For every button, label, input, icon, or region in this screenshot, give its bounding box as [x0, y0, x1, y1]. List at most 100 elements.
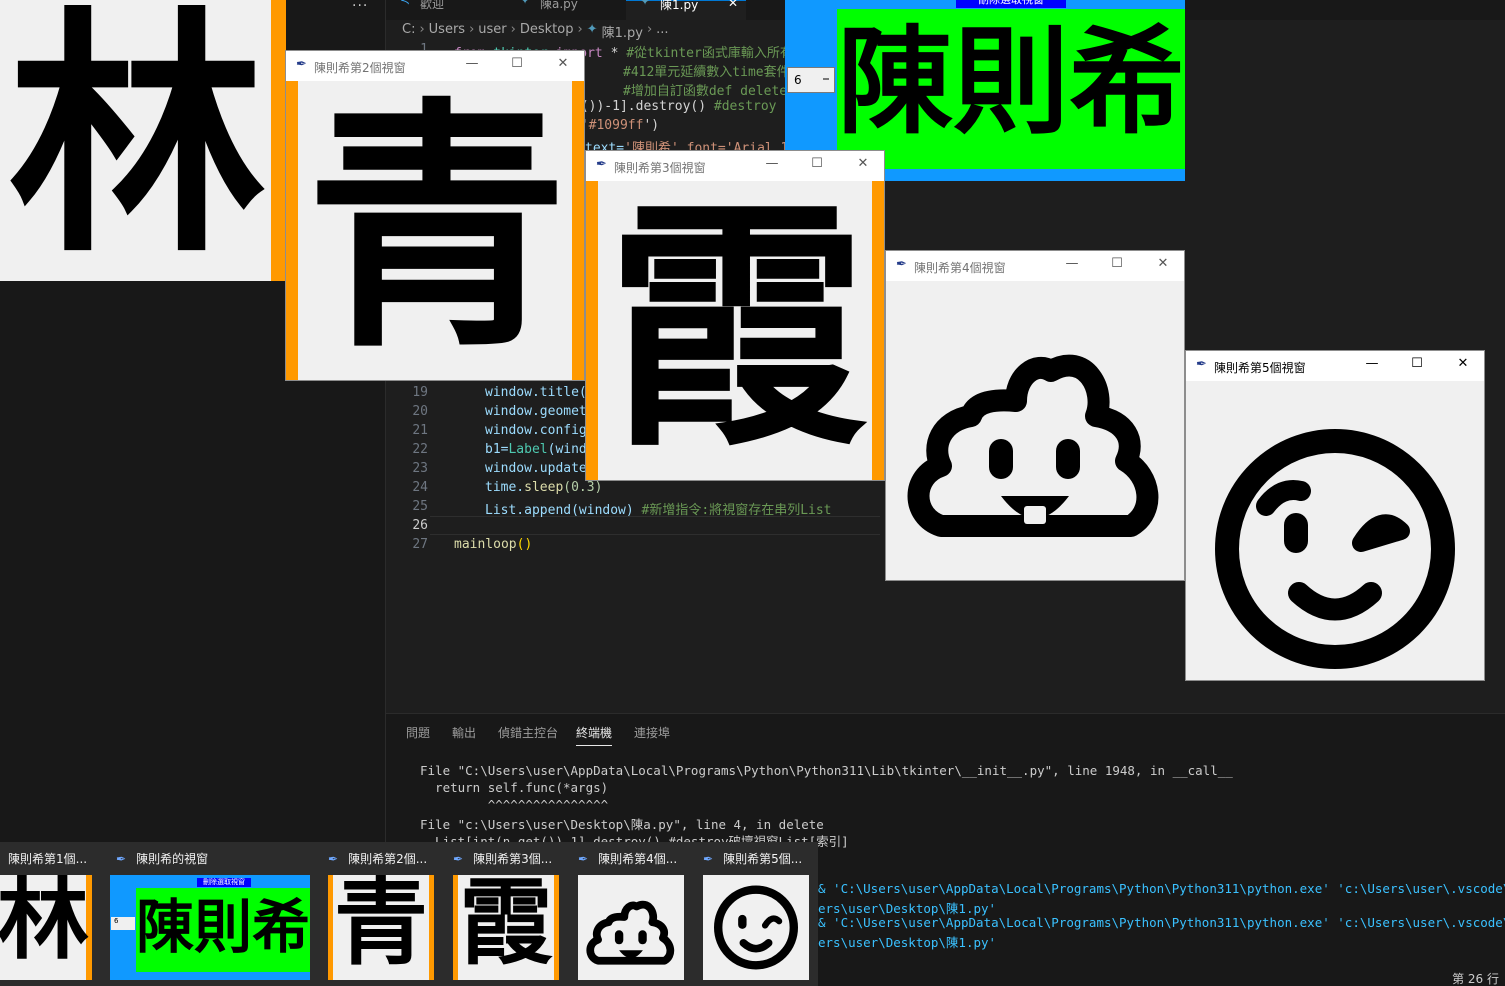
tab-chen-1[interactable]: ✦ 陳1.py ✕: [626, 0, 746, 20]
maximize-button[interactable]: ☐: [507, 56, 527, 74]
code-token: t())-1].destroy(): [573, 99, 714, 114]
tab-label: 歡迎: [420, 0, 445, 11]
preview-window-1[interactable]: 陳則希第1個... 林: [0, 842, 108, 986]
breadcrumb-item[interactable]: user: [478, 22, 506, 42]
preview-main-window[interactable]: ✒ 陳則希的視窗 刪除選取視窗 6 陳則希: [108, 842, 320, 986]
code-line-19[interactable]: window.title(: [485, 385, 587, 400]
window-title: 陳則希第2個視窗: [314, 61, 406, 75]
tab-chen-a[interactable]: ✦ 陳a.py: [506, 0, 626, 20]
preview-thumbnail: 林: [0, 875, 92, 980]
tab-debug-console[interactable]: 偵錯主控台: [498, 724, 558, 741]
more-actions-icon[interactable]: ···: [352, 0, 368, 14]
preview-title: ✒ 陳則希的視窗: [116, 850, 208, 867]
preview-window-2[interactable]: ✒ 陳則希第2個... 青: [320, 842, 445, 986]
maximize-button[interactable]: ☐: [1107, 256, 1127, 274]
maximize-button[interactable]: ☐: [1407, 356, 1427, 374]
preview-spinbox: 6: [111, 917, 135, 930]
code-token: '): [643, 118, 660, 133]
tk-feather-icon: ✒: [578, 852, 589, 866]
tk-window-2[interactable]: ✒ 陳則希第2個視窗 — ☐ ✕ 青: [285, 50, 585, 381]
tk-window-5[interactable]: ✒ 陳則希第5個視窗 — ☐ ✕: [1185, 350, 1485, 681]
window-title: 陳則希第5個視窗: [1214, 361, 1306, 375]
breadcrumb-item[interactable]: 陳1.py: [602, 22, 643, 42]
breadcrumb-item[interactable]: Desktop: [520, 22, 574, 42]
window-number-spinbox[interactable]: 6 ⎯: [787, 67, 835, 93]
name-label: 陳則希: [837, 9, 1185, 169]
tk-window-1[interactable]: 林: [0, 0, 286, 281]
tab-label: 陳1.py: [660, 0, 699, 12]
close-button[interactable]: ✕: [1453, 356, 1473, 374]
big-character: 霞: [459, 875, 554, 978]
title-bar[interactable]: ✒ 陳則希第5個視窗 — ☐ ✕: [1186, 351, 1484, 381]
tab-ports[interactable]: 連接埠: [634, 724, 670, 741]
minimize-button[interactable]: —: [1062, 256, 1082, 274]
code-comment[interactable]: #412單元延續數入time套件: [623, 61, 790, 80]
preview-thumbnail: [703, 875, 809, 980]
tk-window-3[interactable]: ✒ 陳則希第3個視窗 — ☐ ✕ 霞: [585, 150, 885, 481]
tk-window-4[interactable]: ✒ 陳則希第4個視窗 — ☐ ✕: [885, 250, 1185, 581]
code-line-21[interactable]: window.config: [485, 423, 587, 438]
close-button[interactable]: ✕: [853, 156, 873, 174]
code-comment[interactable]: #增加自訂函數def delete: [623, 80, 787, 99]
chevron-right-icon: ›: [419, 22, 425, 37]
preview-window-3[interactable]: ✒ 陳則希第3個... 霞: [445, 842, 570, 986]
breadcrumb-item[interactable]: ...: [656, 22, 668, 42]
orange-border: [271, 0, 286, 281]
close-button[interactable]: ✕: [553, 56, 573, 74]
big-character: 林: [0, 875, 90, 972]
name-text: 陳則希: [837, 15, 1185, 150]
tab-problems[interactable]: 問題: [406, 724, 430, 741]
title-bar[interactable]: ✒ 陳則希第4個視窗 — ☐ ✕: [886, 251, 1184, 281]
chevron-right-icon: ›: [510, 22, 516, 37]
window-title: 陳則希第4個視窗: [914, 261, 1006, 275]
code-line-22[interactable]: b1=Label(wind: [485, 442, 587, 457]
orange-border-right: [872, 181, 884, 480]
tab-output[interactable]: 輸出: [452, 724, 476, 741]
code-line-23[interactable]: window.update: [485, 461, 587, 476]
terminal-line: ^^^^^^^^^^^^^^^^: [420, 797, 609, 812]
preview-label: 陳則希: [136, 888, 310, 972]
terminal-command-line: & 'C:\Users\user\AppData\Local\Programs\…: [818, 881, 1505, 896]
tab-terminal[interactable]: 終端機: [576, 724, 613, 746]
close-tab-icon[interactable]: ✕: [728, 0, 738, 9]
minimize-button[interactable]: —: [762, 156, 782, 174]
preview-window-4[interactable]: ✒ 陳則希第4個...: [570, 842, 695, 986]
tk-feather-icon: ✒: [296, 57, 307, 72]
tab-label: 陳a.py: [540, 0, 578, 11]
code-line-27[interactable]: mainloop(): [454, 537, 532, 552]
tk-feather-icon: ✒: [596, 157, 607, 172]
code-line-24[interactable]: time.sleep(0.3): [485, 480, 602, 495]
minimize-button[interactable]: —: [462, 56, 482, 74]
preview-title-text: 陳則希的視窗: [136, 852, 209, 866]
preview-thumbnail: 青: [328, 875, 434, 980]
window-body: [1186, 381, 1484, 680]
poop-emoji-icon: [907, 354, 1159, 537]
line-number: 27: [412, 537, 428, 552]
spin-arrows-icon[interactable]: ⎯: [823, 71, 829, 86]
minimize-button[interactable]: —: [1362, 356, 1382, 374]
cursor-position[interactable]: 第 26 行: [1452, 970, 1499, 986]
code-line-4[interactable]: t())-1].destroy() #destroy: [573, 99, 777, 114]
code-line-25[interactable]: List.append(window) #新增指令:將視窗存在串列List: [485, 499, 832, 518]
orange-border-left: [586, 181, 598, 480]
breadcrumb-item[interactable]: Users: [429, 22, 465, 42]
code-comment: #新增指令:將視窗存在串列List: [641, 503, 832, 518]
tk-feather-icon: ✒: [896, 257, 907, 272]
preview-thumbnail: 霞: [453, 875, 559, 980]
orange-border: [328, 875, 333, 980]
tab-welcome[interactable]: ≺ 歡迎: [386, 0, 506, 20]
delete-selected-window-button[interactable]: 刪除選取視窗: [956, 0, 1066, 8]
breadcrumb-item[interactable]: C:: [402, 22, 415, 42]
preview-title: ✒ 陳則希第2個...: [328, 850, 427, 867]
code-token: sleep: [524, 480, 564, 495]
breadcrumb: C: › Users › user › Desktop › ✦ 陳1.py › …: [402, 22, 669, 42]
maximize-button[interactable]: ☐: [807, 156, 827, 174]
code-line-20[interactable]: window.geomet: [485, 404, 587, 419]
close-button[interactable]: ✕: [1153, 256, 1173, 274]
big-character: 林: [8, 0, 266, 287]
big-character: 青: [306, 77, 568, 381]
line-number: 20: [412, 404, 428, 419]
line-number: 21: [412, 423, 428, 438]
preview-window-5[interactable]: ✒ 陳則希第5個...: [695, 842, 818, 986]
code-line-5[interactable]: ='#1099ff'): [573, 118, 659, 133]
